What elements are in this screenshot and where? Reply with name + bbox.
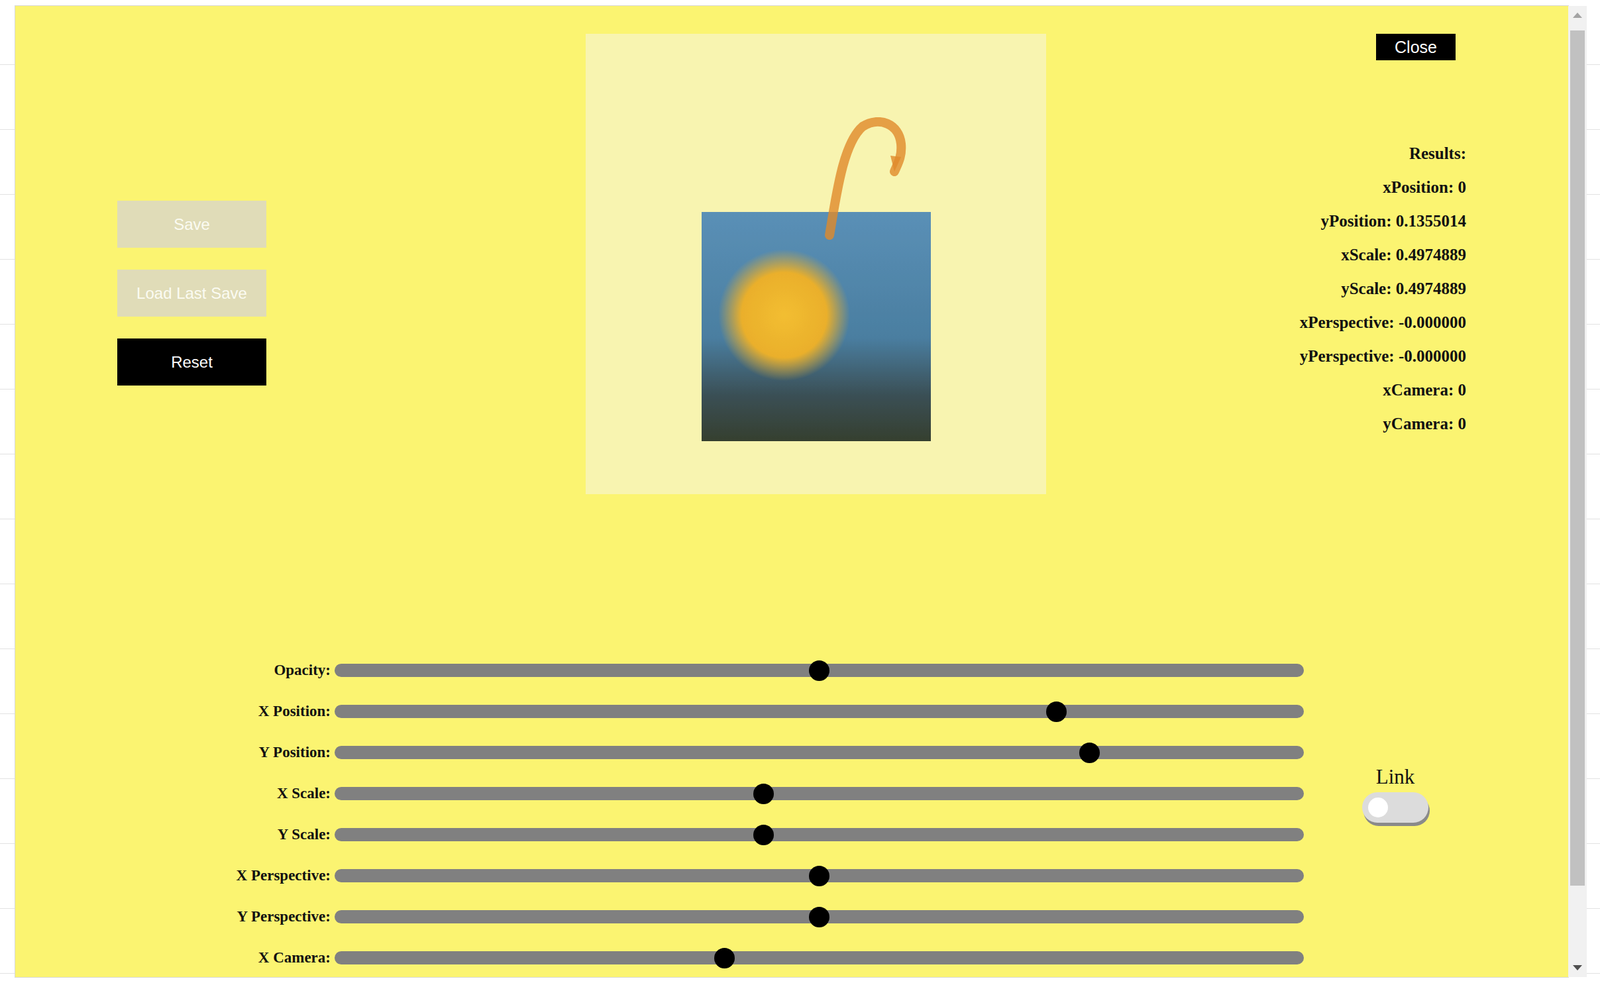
slider-knob[interactable] [808,906,830,928]
slider-track[interactable] [334,910,1304,924]
slider-track[interactable] [334,704,1304,719]
action-button[interactable]: Reset [117,338,267,386]
slider-label: X Position: [15,702,331,721]
slider-track[interactable] [334,746,1304,760]
result-line: yPosition: 0.1355014 [1321,204,1467,238]
slider-label: Y Perspective: [15,908,331,926]
slider-row: Y Perspective: [15,896,1304,938]
slider-knob[interactable] [1079,742,1100,764]
slider-row: Y Scale: [15,814,1304,856]
result-line: xPerspective: -0.000000 [1299,305,1467,340]
slider-label: Y Scale: [15,826,331,844]
editor-dialog: Save Load Last Save Reset Close Results:xPos… [15,5,1569,978]
scroll-up-icon [1572,12,1583,18]
slider-knob[interactable] [808,865,830,887]
slider-list: Opacity: X Position: Y Position: X Scale: Y … [15,649,1304,978]
preview-canvas [585,33,1047,495]
action-buttons: Save Load Last Save Reset [117,200,586,386]
slider-knob[interactable] [753,824,774,846]
result-line: xPosition: 0 [1382,170,1467,205]
results-title: Results: [1409,136,1467,171]
slider-track[interactable] [334,663,1304,678]
scroll-up[interactable] [1568,5,1587,25]
slider-track[interactable] [334,951,1304,965]
slider-row: X Position: [15,691,1304,733]
slider-row: X Scale: [15,773,1304,815]
ornament-photo[interactable] [701,212,931,442]
scrollbar[interactable] [1568,5,1587,978]
action-button: Save [117,200,267,248]
result-line: yCamera: 0 [1382,406,1467,441]
result-line: yScale: 0.4974889 [1340,271,1467,306]
scroll-thumb[interactable] [1570,30,1585,886]
slider-row: Y Position: [15,732,1304,774]
slider-row: X Perspective: [15,855,1304,897]
results-panel: Results:xPosition: 0yPosition: 0.1355014… [1299,136,1467,441]
slider-row: Opacity: [15,649,1304,692]
action-button: Load Last Save [117,269,267,317]
slider-knob[interactable] [714,948,735,969]
scroll-down-icon [1572,965,1583,971]
slider-label: X Scale: [15,785,331,803]
slider-label: X Perspective: [15,867,331,885]
result-line: xScale: 0.4974889 [1340,237,1467,272]
slider-label: Y Position: [15,744,331,762]
controls: Opacity: X Position: Y Position: X Scale: Y … [15,649,1569,978]
link-control: Link [1362,649,1429,978]
slider-track[interactable] [334,869,1304,883]
slider-knob[interactable] [1046,701,1067,723]
ribbon-icon [816,117,908,240]
result-line: yPerspective: -0.000000 [1299,339,1467,374]
slider-knob[interactable] [808,660,830,682]
link-toggle[interactable] [1362,792,1429,823]
slider-knob[interactable] [753,783,774,805]
toggle-knob [1368,797,1388,818]
slider-track[interactable] [334,787,1304,801]
slider-label: Opacity: [15,661,331,680]
result-line: xCamera: 0 [1382,373,1467,407]
scroll-down[interactable] [1568,958,1587,978]
slider-row: X Camera: [15,937,1304,978]
close-button[interactable]: Close [1376,33,1456,61]
results-column: Close Results:xPosition: 0yPosition: 0.13… [1046,33,1467,441]
top-section: Save Load Last Save Reset Close Results:xPos… [15,5,1569,495]
slider-label: X Camera: [15,949,331,967]
link-label: Link [1376,765,1416,790]
slider-track[interactable] [334,828,1304,842]
screen: Save Load Last Save Reset Close Results:xPos… [0,0,1600,985]
